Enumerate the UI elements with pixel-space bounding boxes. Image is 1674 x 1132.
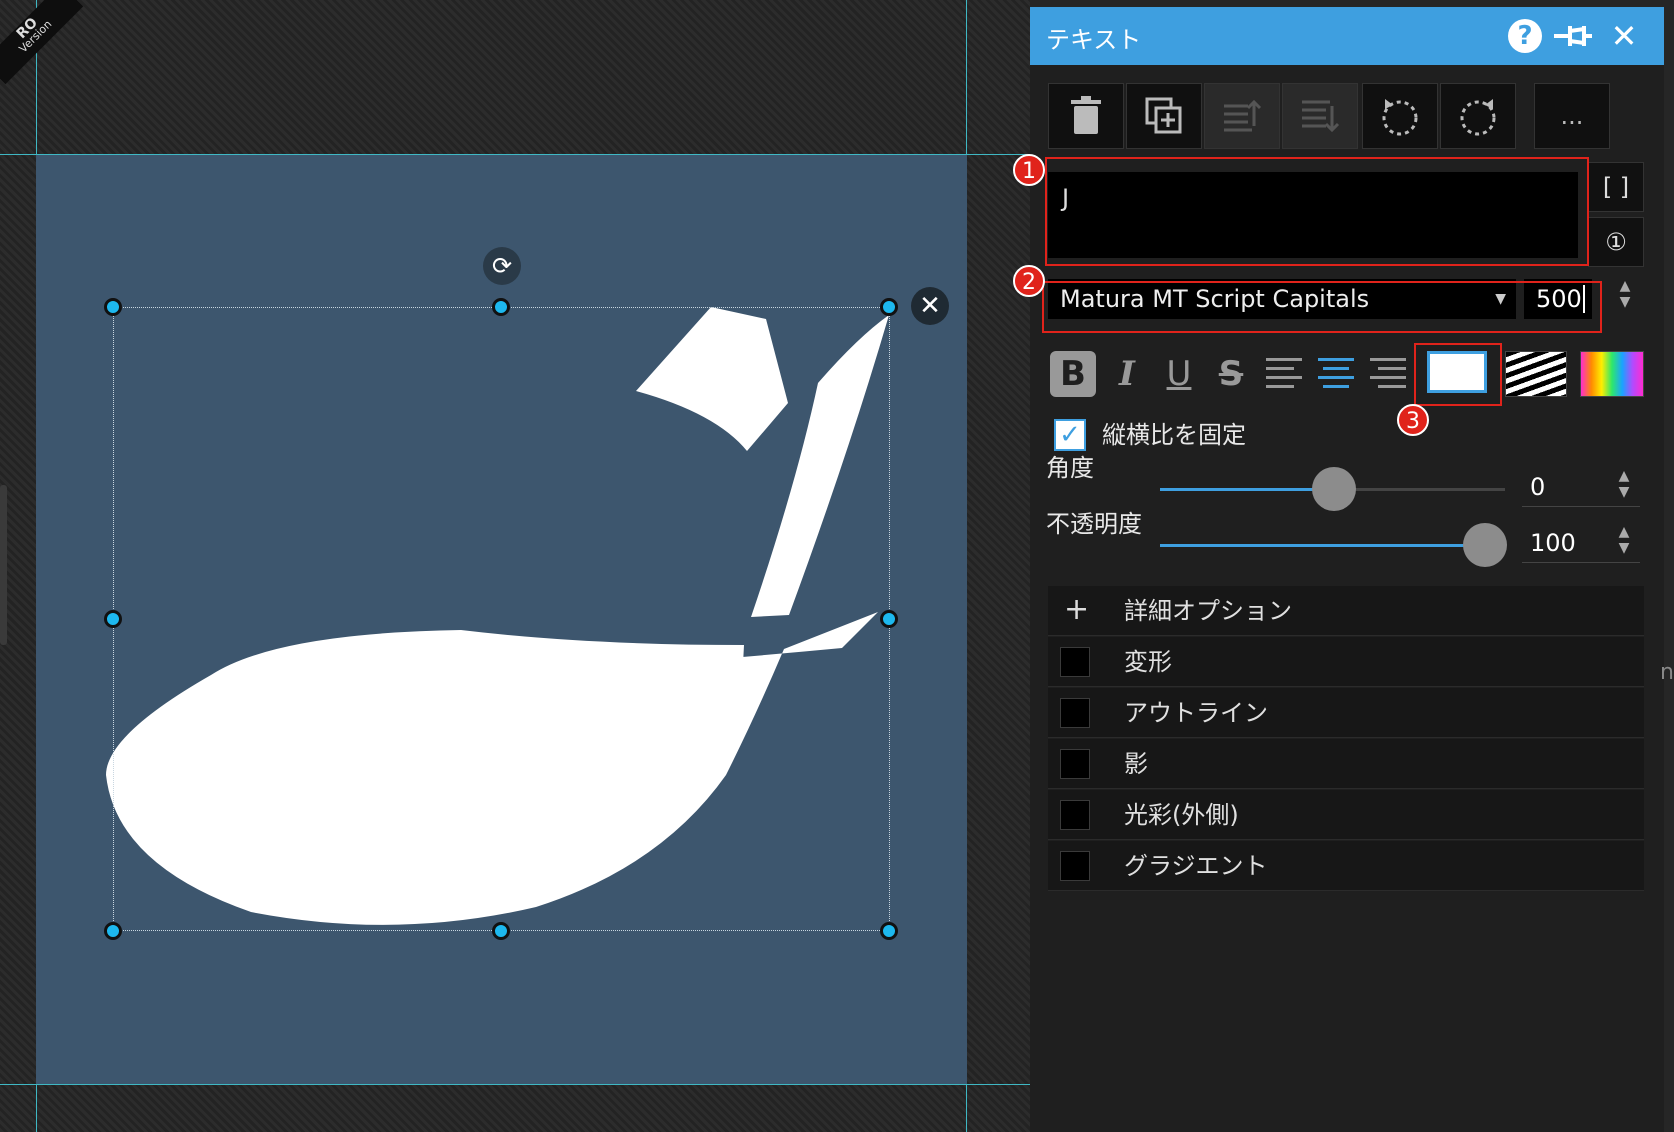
shadow-checkbox[interactable] xyxy=(1060,749,1090,779)
panel-title: テキスト xyxy=(1046,26,1142,54)
opacity-slider-knob[interactable] xyxy=(1463,523,1507,567)
send-backward-button[interactable] xyxy=(1282,83,1358,149)
italic-button[interactable]: I xyxy=(1104,351,1150,397)
opacity-value: 100 xyxy=(1530,529,1576,557)
angle-slider[interactable] xyxy=(1160,467,1505,511)
delete-object-icon[interactable]: ✕ xyxy=(911,287,949,325)
resize-handle-right[interactable] xyxy=(880,610,898,628)
resize-handle-bottom-right[interactable] xyxy=(880,922,898,940)
angle-up-icon[interactable]: ▲ xyxy=(1616,469,1632,483)
shadow-label: 影 xyxy=(1124,750,1148,778)
opacity-down-icon[interactable]: ▼ xyxy=(1616,541,1632,555)
opacity-label: 不透明度 xyxy=(1046,510,1142,538)
duplicate-icon xyxy=(1145,97,1182,134)
annotation-box-3 xyxy=(1414,343,1502,406)
align-left-icon[interactable] xyxy=(1264,354,1304,394)
italic-label: I xyxy=(1119,354,1135,394)
delete-button[interactable] xyxy=(1048,83,1124,149)
transform-label: 変形 xyxy=(1124,648,1172,676)
underline-label: U xyxy=(1166,354,1192,394)
more-button[interactable]: ... xyxy=(1534,83,1610,149)
pro-version-ribbon: RO Version xyxy=(0,0,84,85)
resize-handle-top-right[interactable] xyxy=(880,298,898,316)
annotation-marker-2: 2 xyxy=(1013,265,1045,297)
send-backward-icon xyxy=(1302,100,1340,133)
outline-checkbox[interactable] xyxy=(1060,698,1090,728)
bracket-button[interactable]: [ ] xyxy=(1588,162,1644,212)
angle-down-icon[interactable]: ▼ xyxy=(1616,485,1632,499)
strikethrough-label: S xyxy=(1218,354,1244,394)
rotate-handle-icon[interactable]: ⟳ xyxy=(483,247,521,285)
resize-handle-top[interactable] xyxy=(492,298,510,316)
annotation-box-1 xyxy=(1045,157,1589,266)
resize-handle-bottom-left[interactable] xyxy=(104,922,122,940)
selection-box[interactable] xyxy=(113,307,890,931)
glow-checkbox[interactable] xyxy=(1060,800,1090,830)
annotation-box-2 xyxy=(1042,281,1602,333)
align-right-icon[interactable] xyxy=(1368,354,1408,394)
bracket-label: [ ] xyxy=(1602,173,1630,201)
bring-forward-icon xyxy=(1224,99,1262,132)
angle-value: 0 xyxy=(1530,473,1546,501)
annotation-marker-3: 3 xyxy=(1397,404,1429,436)
guide-horizontal-bottom xyxy=(0,1084,1030,1085)
rotate-right-button[interactable] xyxy=(1440,83,1516,149)
help-icon[interactable]: ? xyxy=(1508,19,1542,53)
bold-label: B xyxy=(1060,354,1086,394)
underline-button[interactable]: U xyxy=(1156,351,1202,397)
font-size-up-icon[interactable]: ▲ xyxy=(1617,279,1633,293)
glow-label: 光彩(外側) xyxy=(1124,801,1239,829)
glow-option-row[interactable]: 光彩(外側) xyxy=(1048,790,1644,840)
outline-label: アウトライン xyxy=(1124,699,1268,727)
gradient-color-picker[interactable] xyxy=(1580,351,1644,397)
close-icon[interactable]: ✕ xyxy=(1604,18,1644,54)
font-size-down-icon[interactable]: ▼ xyxy=(1617,295,1633,309)
transform-checkbox[interactable] xyxy=(1060,647,1090,677)
advanced-options-label: 詳細オプション xyxy=(1124,597,1292,625)
advanced-options-row[interactable]: + 詳細オプション xyxy=(1048,586,1644,636)
plus-icon: + xyxy=(1064,592,1090,627)
bring-forward-button[interactable] xyxy=(1204,83,1280,149)
special-char-label: ① xyxy=(1605,228,1627,256)
outline-option-row[interactable]: アウトライン xyxy=(1048,688,1644,738)
duplicate-button[interactable] xyxy=(1126,83,1202,149)
gradient-option-row[interactable]: グラジエント xyxy=(1048,841,1644,891)
angle-label: 角度 xyxy=(1046,454,1094,482)
rotate-left-button[interactable] xyxy=(1362,83,1438,149)
resize-handle-top-left[interactable] xyxy=(104,298,122,316)
gradient-checkbox[interactable] xyxy=(1060,851,1090,881)
panel-header: テキスト ? ✕ xyxy=(1030,7,1664,65)
rotate-right-icon xyxy=(1460,99,1496,136)
left-scrollbar[interactable] xyxy=(0,485,7,645)
trash-icon xyxy=(1071,96,1101,134)
bold-button[interactable]: B xyxy=(1050,351,1096,397)
more-label: ... xyxy=(1560,102,1584,130)
canvas-workspace[interactable]: RO Version ⟳ ✕ xyxy=(0,0,1030,1132)
shadow-option-row[interactable]: 影 xyxy=(1048,739,1644,789)
angle-slider-knob[interactable] xyxy=(1312,467,1356,511)
strikethrough-button[interactable]: S xyxy=(1208,351,1254,397)
special-char-button[interactable]: ① xyxy=(1588,217,1644,267)
aspect-ratio-label: 縦横比を固定 xyxy=(1102,421,1246,449)
rotate-left-icon xyxy=(1382,99,1418,136)
gradient-label: グラジエント xyxy=(1124,852,1268,880)
aspect-ratio-checkbox[interactable]: ✓ xyxy=(1054,419,1086,451)
pin-icon[interactable] xyxy=(1550,18,1596,54)
opacity-up-icon[interactable]: ▲ xyxy=(1616,525,1632,539)
resize-handle-left[interactable] xyxy=(104,610,122,628)
resize-handle-bottom[interactable] xyxy=(492,922,510,940)
pattern-swatch[interactable] xyxy=(1505,351,1567,397)
transform-option-row[interactable]: 変形 xyxy=(1048,637,1644,687)
align-center-icon[interactable] xyxy=(1316,354,1356,394)
annotation-marker-1: 1 xyxy=(1013,154,1045,186)
opacity-slider[interactable] xyxy=(1160,523,1507,567)
edge-glyph: n xyxy=(1660,660,1674,685)
